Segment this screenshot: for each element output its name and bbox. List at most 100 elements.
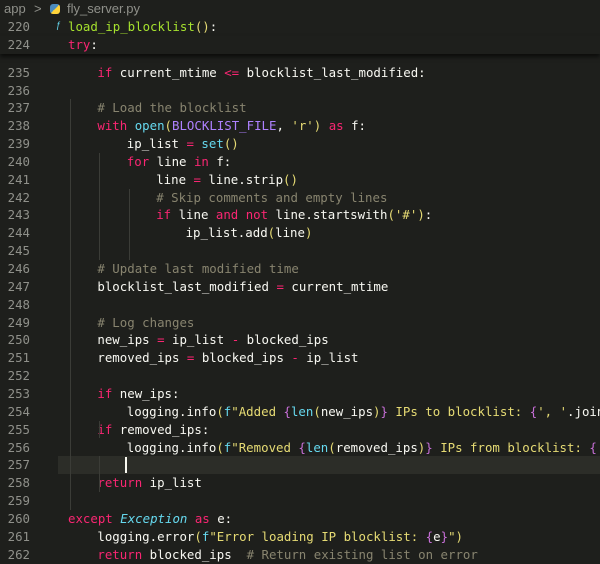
token-pl: logging.error <box>97 528 195 544</box>
breadcrumb-file[interactable]: fly_server.py <box>67 0 140 18</box>
code-line[interactable]: 250 new_ips = ip_list - blocked_ips <box>0 331 600 349</box>
code-line[interactable]: 257 <box>8 456 600 475</box>
token-pl: ip_list <box>126 136 187 152</box>
line-number: 261 <box>7 528 30 544</box>
token-par: ( <box>313 403 321 419</box>
code-line[interactable]: 253 if new_ips: <box>0 385 600 403</box>
token-kw: for <box>126 153 150 169</box>
token-pl: , <box>276 118 292 134</box>
line-code: blocklist_last_modified = current_mtime <box>97 278 388 296</box>
token-pl: removed_ips <box>97 350 187 366</box>
line-number: 220 <box>7 19 30 34</box>
token-par: ) <box>455 528 463 544</box>
code-line[interactable]: 262 return blocked_ips # Return existing … <box>0 546 600 564</box>
token-kw: <= <box>224 64 240 80</box>
code-line[interactable]: 239 ip_list = set() <box>0 135 600 153</box>
token-kw: in <box>193 153 209 169</box>
token-str: 'r' <box>291 118 314 134</box>
token-brc: { <box>425 528 434 544</box>
code-line[interactable]: 255 if removed_ips: <box>0 421 600 439</box>
line-code: if line and not line.startswith('#'): <box>156 206 432 224</box>
code-line[interactable]: 254 logging.info(f"Added {len(new_ips)} I… <box>0 403 600 421</box>
line-number: 244 <box>7 225 30 241</box>
token-cm: # Load the blocklist <box>97 100 247 116</box>
token-bi: len <box>305 439 329 455</box>
line-number: 235 <box>7 64 30 80</box>
code-line[interactable]: 248 <box>0 296 600 314</box>
token-pl: blocked_ips <box>142 546 247 562</box>
line-code: removed_ips = blocked_ips - ip_list <box>97 349 358 367</box>
line-number: 257 <box>7 457 30 473</box>
token-par: ( <box>387 207 395 223</box>
code-line[interactable]: 240 for line in f: <box>0 153 600 171</box>
token-par: ( <box>216 403 224 419</box>
code-line[interactable]: 237 # Load the blocklist <box>0 99 600 117</box>
python-icon <box>50 4 60 14</box>
token-pl: blocked_ips <box>239 332 329 348</box>
token-par: ( <box>164 118 173 134</box>
code-line[interactable]: 256 logging.info(f"Removed {len(removed_i… <box>0 439 600 457</box>
token-pl: line.strip <box>200 171 284 187</box>
code-line[interactable]: 241 line = line.strip() <box>0 171 600 189</box>
token-brc: } <box>380 403 388 419</box>
code-line[interactable]: 224 try: <box>0 36 600 54</box>
line-number: 249 <box>7 314 30 330</box>
token-par: () <box>194 19 210 34</box>
code-line[interactable]: 252 <box>0 367 600 385</box>
token-pl: f: <box>208 153 232 169</box>
token-str: ', ' <box>537 403 568 419</box>
token-pl: .join <box>567 403 600 419</box>
code-line[interactable]: 259 <box>0 492 600 510</box>
token-pl: : <box>90 36 98 52</box>
token-pl: f: <box>343 118 367 134</box>
line-number: 243 <box>7 207 30 223</box>
token-kw: as <box>328 118 344 134</box>
token-str: "Added <box>231 403 284 419</box>
token-str: " <box>448 528 456 544</box>
code-line[interactable]: 244 ip_list.add(line) <box>0 224 600 242</box>
text-cursor <box>124 457 127 474</box>
code-line[interactable]: 246 # Update last modified time <box>0 260 600 278</box>
line-code: try: <box>68 36 98 54</box>
line-number: 256 <box>7 439 30 455</box>
token-pl: line <box>149 153 194 169</box>
code-line[interactable]: 261 logging.error(f"Error loading IP bloc… <box>0 528 600 546</box>
token-cm: # Skip comments and empty lines <box>156 189 388 205</box>
code-line[interactable]: 260 except Exception as e: <box>0 510 600 528</box>
token-cls: Exception <box>120 510 188 526</box>
token-pl: : <box>209 19 218 34</box>
token-kw: with <box>97 118 128 134</box>
line-number: 248 <box>7 296 30 312</box>
line-code: # Skip comments and empty lines <box>156 189 387 207</box>
code-line[interactable]: 251 removed_ips = blocked_ips - ip_list <box>0 349 600 367</box>
line-number: 260 <box>7 510 30 526</box>
token-par: ( <box>194 528 202 544</box>
code-line[interactable]: 236 <box>0 82 600 100</box>
line-number: 242 <box>7 189 30 205</box>
token-par: ) <box>373 403 381 419</box>
code-line[interactable]: 235 if current_mtime <= blocklist_last_mo… <box>0 64 600 82</box>
token-pl: removed_ips: <box>112 421 210 437</box>
code-line[interactable]: 220 load_ip_blocklist(): <box>0 18 600 36</box>
line-number: 239 <box>7 136 30 152</box>
line-code: if new_ips: <box>97 385 179 403</box>
indent-guide <box>99 420 101 439</box>
code-line[interactable]: 249 # Log changes <box>0 314 600 332</box>
token-pl: line.startswith <box>268 207 388 223</box>
code-line[interactable]: 245 <box>0 242 600 260</box>
line-code: logging.info(f"Added {len(new_ips)} IPs … <box>127 403 600 421</box>
breadcrumb-folder[interactable]: app <box>4 0 26 18</box>
line-number: 246 <box>7 261 30 276</box>
code-line[interactable]: 238 with open(BLOCKLIST_FILE, 'r') as f: <box>0 117 600 135</box>
line-number: 245 <box>7 243 30 259</box>
token-bi: open <box>134 118 165 134</box>
token-kw: = <box>193 171 201 187</box>
code-line[interactable]: 243 if line and not line.startswith('#'): <box>0 206 600 224</box>
token-par: ( <box>216 439 224 455</box>
code-line[interactable]: 242 # Skip comments and empty lines <box>0 189 600 207</box>
line-number: 259 <box>7 493 30 509</box>
token-pl: ip_list <box>298 350 359 366</box>
code-line[interactable]: 258 return ip_list <box>0 474 600 492</box>
code-line[interactable]: 247 blocklist_last_modified = current_mti… <box>0 278 600 296</box>
